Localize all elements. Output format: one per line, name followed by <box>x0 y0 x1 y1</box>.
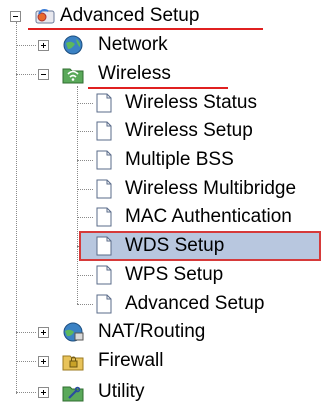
expand-toggle-utility[interactable] <box>38 387 49 398</box>
tree-item-wireless-status[interactable]: Wireless Status <box>125 90 257 116</box>
tree-guide-child <box>77 131 93 132</box>
tree-item-label: WDS Setup <box>125 235 225 256</box>
lock-folder-icon <box>62 355 84 371</box>
page-icon <box>96 294 112 314</box>
collapse-toggle-wireless[interactable] <box>38 69 49 80</box>
tree-root-label: Advanced Setup <box>60 5 200 26</box>
collapse-toggle-advanced-setup[interactable] <box>10 11 21 22</box>
tree-item-label: Network <box>98 34 168 55</box>
tree-guide-wireless <box>16 74 36 75</box>
tree-guide-child <box>77 217 93 218</box>
tree-guide-nat <box>16 332 36 333</box>
tree-item-network[interactable]: Network <box>98 32 168 58</box>
tree-item-mac-authentication[interactable]: MAC Authentication <box>125 204 292 230</box>
tree-item-label: NAT/Routing <box>98 321 206 342</box>
tree-guide-network <box>16 45 36 46</box>
tree-item-wireless-setup[interactable]: Wireless Setup <box>125 118 253 144</box>
tree-item-label: Utility <box>98 381 145 402</box>
tree-guide-firewall <box>16 361 36 362</box>
wireless-folder-icon <box>62 68 84 84</box>
tools-folder-icon <box>62 386 84 402</box>
tree-guide-child <box>77 189 93 190</box>
tree-item-label: Wireless Multibridge <box>125 178 297 199</box>
tree-guide-wireless-children <box>77 86 78 304</box>
tree-item-label: Wireless Status <box>125 92 257 113</box>
tree-guide-child <box>77 304 93 305</box>
tree-item-label: Multiple BSS <box>125 149 234 170</box>
tree-item-multiple-bss[interactable]: Multiple BSS <box>125 147 234 173</box>
tree-root-advanced-setup[interactable]: Advanced Setup <box>60 3 199 29</box>
tree-item-firewall[interactable]: Firewall <box>98 348 163 374</box>
tree-item-label: Advanced Setup <box>125 293 265 314</box>
tree-guide-child <box>77 160 93 161</box>
globe-icon <box>63 35 83 55</box>
page-icon <box>96 93 112 113</box>
tree-item-label: MAC Authentication <box>125 206 292 227</box>
highlight-underline-root <box>28 28 263 30</box>
tree-item-wireless-multibridge[interactable]: Wireless Multibridge <box>125 176 296 202</box>
page-icon <box>96 150 112 170</box>
page-icon <box>96 236 112 256</box>
tree-guide-utility <box>16 392 36 393</box>
page-icon <box>96 265 112 285</box>
tree-item-label: Wireless Setup <box>125 120 253 141</box>
page-icon <box>96 179 112 199</box>
page-icon <box>96 207 112 227</box>
tree-item-utility[interactable]: Utility <box>98 379 144 405</box>
tree-item-wds-setup[interactable]: WDS Setup <box>125 233 224 259</box>
tree-item-wireless[interactable]: Wireless <box>98 61 171 87</box>
tree-item-label: Wireless <box>98 63 171 84</box>
tree-item-label: Firewall <box>98 350 164 371</box>
page-icon <box>96 121 112 141</box>
navigation-tree: Advanced Setup Network Wireless Wireless… <box>0 0 325 406</box>
tree-guide-root <box>16 22 17 394</box>
router-settings-icon <box>35 9 55 24</box>
tree-guide-child <box>77 275 93 276</box>
tree-item-nat-routing[interactable]: NAT/Routing <box>98 319 205 345</box>
tree-item-wps-setup[interactable]: WPS Setup <box>125 262 223 288</box>
tree-item-label: WPS Setup <box>125 264 224 285</box>
expand-toggle-network[interactable] <box>38 40 49 51</box>
highlight-underline-wireless <box>88 87 228 89</box>
network-globe-icon <box>63 322 84 342</box>
expand-toggle-firewall[interactable] <box>38 356 49 367</box>
tree-item-advanced-setup-wireless[interactable]: Advanced Setup <box>125 291 264 317</box>
expand-toggle-nat-routing[interactable] <box>38 327 49 338</box>
tree-guide-child <box>77 103 93 104</box>
